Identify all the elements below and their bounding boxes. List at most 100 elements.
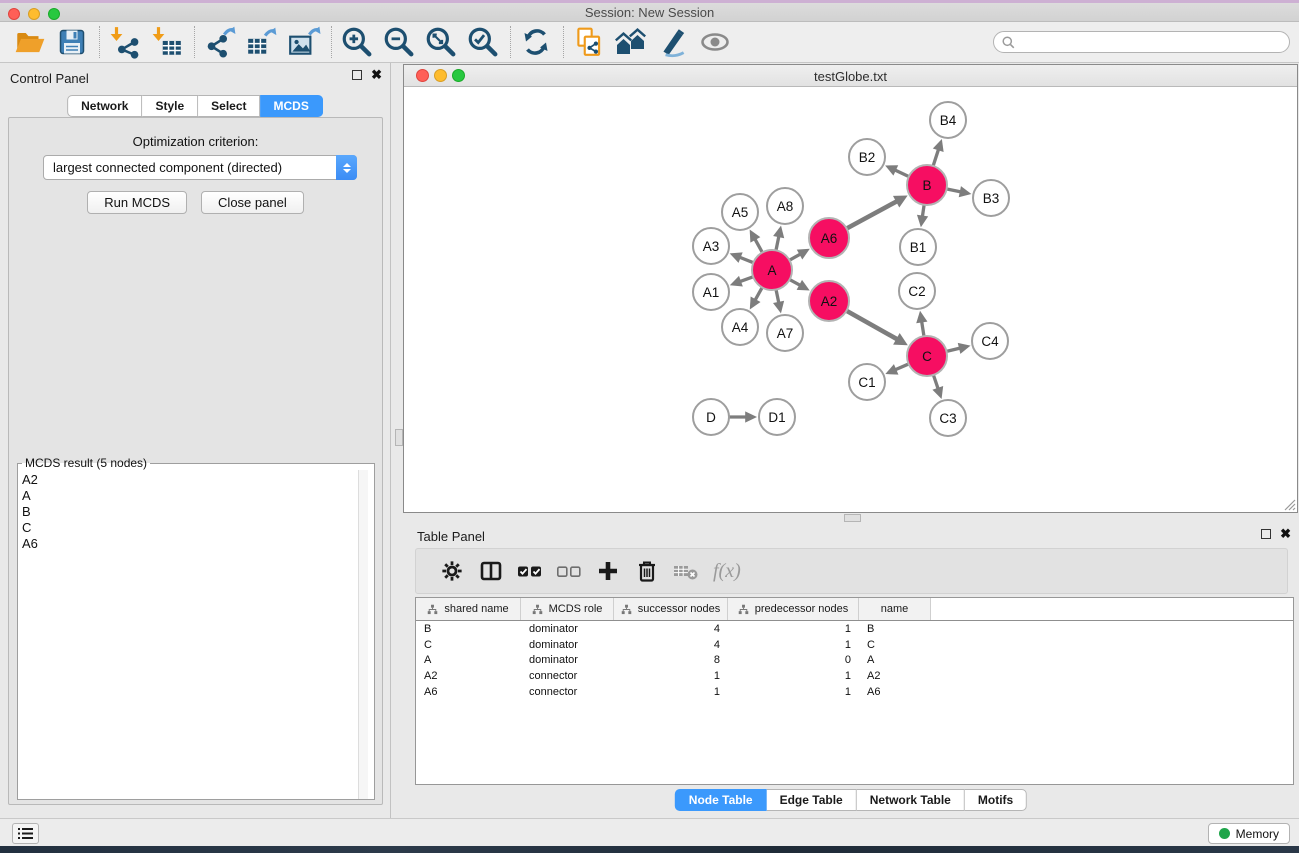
mcds-result-item[interactable]: A: [22, 488, 358, 504]
open-session-button[interactable]: [13, 24, 47, 60]
graph-node-C3[interactable]: C3: [930, 400, 966, 436]
function-builder-button[interactable]: f(x): [713, 560, 741, 583]
table-settings-button[interactable]: [434, 553, 470, 589]
select-all-button[interactable]: [512, 553, 548, 589]
close-table-panel-icon[interactable]: ✖: [1280, 529, 1291, 539]
tab-network-table[interactable]: Network Table: [857, 789, 965, 811]
edge-A2-C[interactable]: [846, 310, 898, 339]
graph-node-A8[interactable]: A8: [767, 188, 803, 224]
window-resize-grip[interactable]: [1281, 496, 1296, 511]
zoom-in-button[interactable]: [340, 24, 374, 60]
table-cell[interactable]: connector: [521, 684, 614, 700]
table-cell[interactable]: C: [416, 637, 521, 653]
table-row[interactable]: Bdominator41B: [416, 621, 1293, 637]
edge-C-C1[interactable]: [895, 364, 909, 370]
tab-select[interactable]: Select: [198, 95, 260, 117]
graph-node-D1[interactable]: D1: [759, 399, 795, 435]
save-session-button[interactable]: [55, 24, 89, 60]
graph-node-B1[interactable]: B1: [900, 229, 936, 265]
export-image-button[interactable]: [287, 24, 321, 60]
edge-A-A5[interactable]: [755, 239, 763, 253]
mcds-result-item[interactable]: A6: [22, 536, 358, 552]
graph-node-A2[interactable]: A2: [809, 281, 849, 321]
export-network-button[interactable]: [203, 24, 237, 60]
graph-node-A4[interactable]: A4: [722, 309, 758, 345]
table-cell[interactable]: 0: [728, 652, 859, 668]
table-cell[interactable]: 4: [614, 637, 728, 653]
edge-A-A1[interactable]: [740, 276, 754, 281]
table-cell[interactable]: dominator: [521, 652, 614, 668]
table-cell[interactable]: B: [416, 621, 521, 637]
table-row[interactable]: Adominator80A: [416, 652, 1293, 668]
export-table-button[interactable]: [245, 24, 279, 60]
close-panel-icon[interactable]: ✖: [371, 70, 382, 80]
show-view-button[interactable]: [698, 24, 732, 60]
zoom-selected-button[interactable]: [466, 24, 500, 60]
table-cell[interactable]: 8: [614, 652, 728, 668]
split-view-button[interactable]: [473, 553, 509, 589]
graph-node-D[interactable]: D: [693, 399, 729, 435]
edge-C-C3[interactable]: [933, 374, 938, 389]
table-cell[interactable]: A: [416, 652, 521, 668]
edge-A-A6[interactable]: [789, 254, 801, 261]
edge-A6-B[interactable]: [846, 201, 897, 229]
table-cell[interactable]: 1: [614, 684, 728, 700]
edge-B-B3[interactable]: [946, 189, 961, 192]
network-window-titlebar[interactable]: testGlobe.txt: [404, 65, 1297, 87]
graph-node-A1[interactable]: A1: [693, 274, 729, 310]
column-header-mcds-role[interactable]: MCDS role: [521, 598, 614, 620]
table-cell[interactable]: 1: [728, 621, 859, 637]
tab-network[interactable]: Network: [67, 95, 142, 117]
refresh-view-button[interactable]: [519, 24, 553, 60]
add-column-button[interactable]: [590, 553, 626, 589]
network-graph-canvas[interactable]: B4B2BB3A8A5A6A3B1AC2A1A2A4A7C4CC1DD1C3: [404, 87, 1297, 512]
run-mcds-button[interactable]: Run MCDS: [87, 191, 187, 214]
table-cell[interactable]: A2: [859, 668, 931, 684]
table-cell[interactable]: connector: [521, 668, 614, 684]
mcds-result-item[interactable]: B: [22, 504, 358, 520]
graph-node-A5[interactable]: A5: [722, 194, 758, 230]
table-cell[interactable]: dominator: [521, 621, 614, 637]
import-network-button[interactable]: [108, 24, 142, 60]
edge-A-A4[interactable]: [755, 287, 763, 301]
splitter-grip-horizontal[interactable]: [844, 514, 861, 522]
tab-motifs[interactable]: Motifs: [965, 789, 1027, 811]
table-cell[interactable]: 4: [614, 621, 728, 637]
table-row[interactable]: A6connector11A6: [416, 684, 1293, 700]
optimization-criterion-dropdown[interactable]: largest connected component (directed): [43, 155, 357, 180]
mcds-result-scrollbar[interactable]: [358, 470, 368, 799]
graph-node-C4[interactable]: C4: [972, 323, 1008, 359]
delete-table-button[interactable]: [668, 553, 704, 589]
edge-C-C4[interactable]: [945, 348, 960, 351]
table-cell[interactable]: B: [859, 621, 931, 637]
table-cell[interactable]: 1: [614, 668, 728, 684]
tab-edge-table[interactable]: Edge Table: [767, 789, 857, 811]
graph-node-B2[interactable]: B2: [849, 139, 885, 175]
graph-node-B[interactable]: B: [907, 165, 947, 205]
copy-network-button[interactable]: [572, 24, 606, 60]
table-row[interactable]: A2connector11A2: [416, 668, 1293, 684]
graph-node-A7[interactable]: A7: [767, 315, 803, 351]
graph-node-A[interactable]: A: [752, 250, 792, 290]
graph-node-A6[interactable]: A6: [809, 218, 849, 258]
tab-style[interactable]: Style: [142, 95, 198, 117]
column-header-successor-nodes[interactable]: successor nodes: [614, 598, 728, 620]
memory-button[interactable]: Memory: [1208, 823, 1290, 844]
mcds-result-item[interactable]: C: [22, 520, 358, 536]
graph-node-C[interactable]: C: [907, 336, 947, 376]
column-header-name[interactable]: name: [859, 598, 931, 620]
search-input[interactable]: [1020, 35, 1281, 49]
graph-node-B4[interactable]: B4: [930, 102, 966, 138]
hide-labels-button[interactable]: [656, 24, 690, 60]
float-table-panel-icon[interactable]: [1261, 529, 1271, 539]
delete-column-button[interactable]: [629, 553, 665, 589]
mcds-result-item[interactable]: A2: [22, 472, 358, 488]
edge-A-A7[interactable]: [776, 289, 779, 303]
table-cell[interactable]: A: [859, 652, 931, 668]
table-cell[interactable]: 1: [728, 668, 859, 684]
column-header-predecessor-nodes[interactable]: predecessor nodes: [728, 598, 859, 620]
mcds-result-list[interactable]: A2ABCA6: [18, 470, 358, 799]
column-header-shared-name[interactable]: shared name: [416, 598, 521, 620]
home-views-button[interactable]: [614, 24, 648, 60]
table-cell[interactable]: 1: [728, 637, 859, 653]
